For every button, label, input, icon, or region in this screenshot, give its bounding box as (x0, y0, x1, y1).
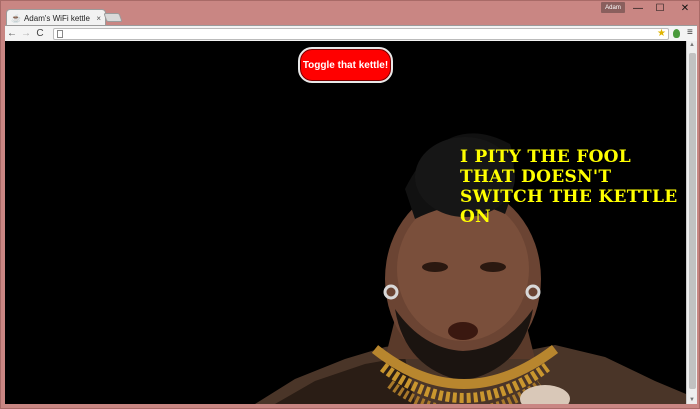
menu-icon[interactable]: ≡ (687, 27, 693, 38)
tab-wifi-kettle[interactable]: ☕ Adam's WiFi kettle × (6, 9, 106, 26)
scroll-down-icon[interactable]: ▼ (689, 397, 695, 403)
reload-icon[interactable]: C (33, 27, 47, 41)
page-content: Toggle that kettle! I PITY THE FOOL THAT… (5, 41, 686, 404)
browser-window: ☕ Adam's WiFi kettle × Adam — ☐ ✕ ← → C … (0, 0, 700, 409)
scroll-thumb[interactable] (689, 53, 696, 389)
tab-strip: ☕ Adam's WiFi kettle × Adam — ☐ ✕ (1, 1, 700, 26)
star-icon[interactable]: ★ (657, 28, 666, 39)
forward-icon[interactable]: → (19, 27, 33, 41)
page-icon (57, 30, 63, 38)
address-bar[interactable]: ★ (53, 28, 669, 40)
maximize-button[interactable]: ☐ (649, 1, 671, 15)
pity-quote: I PITY THE FOOL THAT DOESN'T SWITCH THE … (460, 147, 678, 227)
minimize-button[interactable]: — (627, 1, 649, 15)
back-icon[interactable]: ← (5, 27, 19, 41)
vertical-scrollbar[interactable]: ▲ ▼ (686, 41, 697, 404)
scroll-up-icon[interactable]: ▲ (689, 42, 695, 48)
extension-icon[interactable] (673, 29, 680, 38)
kettle-favicon-icon: ☕ (11, 13, 21, 23)
close-window-button[interactable]: ✕ (673, 1, 697, 15)
toggle-kettle-button[interactable]: Toggle that kettle! (298, 47, 393, 83)
new-tab-button[interactable] (103, 13, 123, 22)
tab-title: Adam's WiFi kettle (23, 13, 90, 23)
browser-toolbar: ← → C ★ ≡ (5, 25, 697, 41)
tab-close-icon[interactable]: × (96, 14, 101, 23)
profile-badge[interactable]: Adam (601, 2, 625, 13)
